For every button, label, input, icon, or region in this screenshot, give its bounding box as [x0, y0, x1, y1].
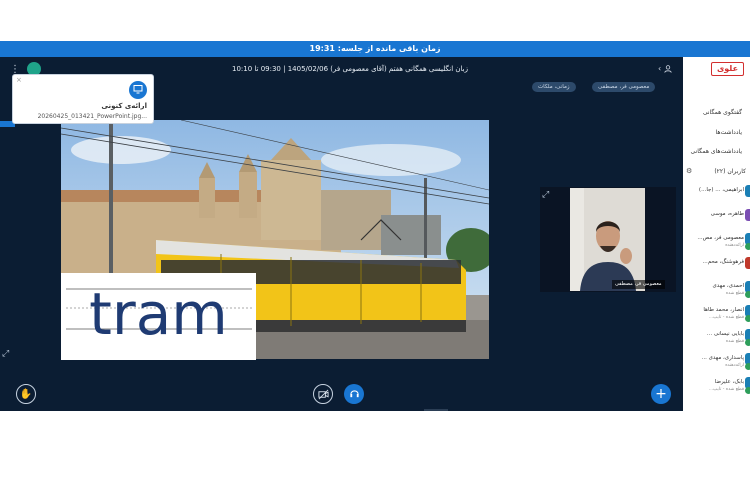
list-item[interactable]: طاهره، موسی	[683, 209, 750, 231]
user-icon[interactable]: ‹	[658, 64, 672, 76]
meeting-timer-bar: زمان باقی مانده از جلسه: 19:31	[0, 41, 750, 57]
status-badge	[745, 387, 750, 394]
list-item[interactable]: بابک، علیرضا قطع شده - تایپ...	[683, 377, 750, 399]
webcam-video	[570, 188, 645, 291]
raise-hand-button[interactable]: ✋	[16, 384, 36, 404]
meeting-title: زبان انگلیسی همگانی هفتم (آقای معصومی فر…	[231, 65, 469, 73]
raise-hand-icon: ✋	[19, 389, 33, 400]
users-section-title: کاربران (۲۲)	[714, 168, 746, 175]
sidebar-item-shared-notes[interactable]: یادداشت‌های همگانی	[691, 148, 742, 155]
actions-button[interactable]: +	[651, 384, 671, 404]
status-badge	[745, 339, 750, 346]
camera-off-icon	[317, 389, 329, 399]
webcam-name-label: معصومی فر، مصطفی	[612, 280, 665, 289]
audio-button[interactable]	[344, 384, 364, 404]
camera-toggle-button[interactable]	[313, 384, 333, 404]
list-item[interactable]: بابایی نیسانی ... قطع شده	[683, 329, 750, 351]
toast-file-name: 20260425_013421_PowerPoint.jpg...	[37, 113, 147, 120]
plus-icon: +	[655, 386, 667, 402]
top-blank-area	[0, 0, 750, 41]
sidebar: علوی گفتگوی همگانی یادداشت‌ها یادداشت‌ها…	[683, 57, 750, 411]
status-badge	[745, 291, 750, 298]
avatar	[745, 209, 750, 221]
status-badge	[745, 315, 750, 322]
monitor-icon	[129, 81, 147, 99]
bottom-blank-area	[0, 411, 750, 480]
toast-title: ارائه‌ی کنونی	[101, 102, 147, 110]
avatar	[745, 257, 750, 269]
list-item[interactable]: معصومی فر، مص... ارائه‌دهنده	[683, 233, 750, 255]
current-presentation-toast[interactable]: × ارائه‌ی کنونی 20260425_013421_PowerPoi…	[12, 74, 154, 124]
avatar	[745, 185, 750, 197]
speaker-chip[interactable]: زمانی، ملکات	[532, 82, 576, 92]
brand-logo: علوی	[711, 62, 744, 76]
expand-icon[interactable]: ⤢	[542, 190, 552, 200]
sidebar-item-notes[interactable]: یادداشت‌ها	[716, 129, 742, 136]
speaker-chip[interactable]: معصومی فر، مصطفی	[592, 82, 656, 92]
list-item[interactable]: پاسداری، مهدی ... ارائه‌دهنده	[683, 353, 750, 375]
expand-icon[interactable]: ⤢	[2, 349, 12, 359]
list-item[interactable]: فرهوشنگ، محم...	[683, 257, 750, 279]
close-icon[interactable]: ×	[16, 76, 22, 84]
list-item[interactable]: احمدی، مهدی قطع شده	[683, 281, 750, 303]
headset-icon	[349, 389, 359, 397]
vocabulary-word: tram	[89, 280, 228, 348]
list-item[interactable]: انصار، محمد طاها قطع شده - تایپ...	[683, 305, 750, 327]
list-item[interactable]: ابراهیمی، ... (جا...)	[683, 185, 750, 207]
gear-icon[interactable]: ⚙	[686, 167, 692, 175]
sidebar-item-public-chat[interactable]: گفتگوی همگانی	[703, 109, 742, 116]
status-badge	[745, 363, 750, 370]
status-badge	[745, 243, 750, 250]
